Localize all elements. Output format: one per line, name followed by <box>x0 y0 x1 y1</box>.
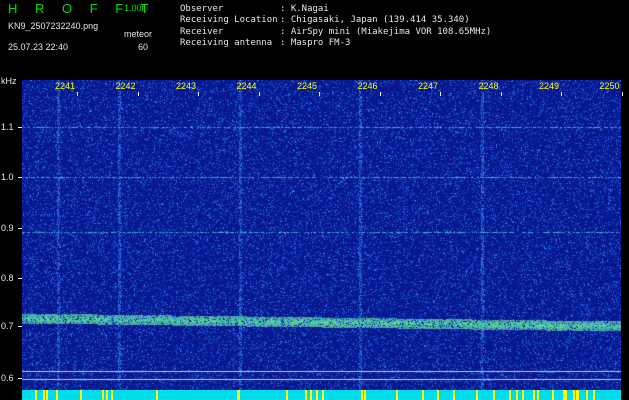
meta-label-observer: Observer <box>180 4 224 14</box>
x-tick-label: 2248 <box>478 81 499 91</box>
detection-marker <box>509 390 511 400</box>
x-tick-label: 2246 <box>357 81 378 91</box>
meta-value-antenna: : Maspro FM-3 <box>280 38 351 48</box>
detection-marker <box>56 390 58 400</box>
x-tick-mark <box>198 92 199 96</box>
detection-marker <box>516 390 518 400</box>
meta-value-location: : Chigasaki, Japan (139.414 35.340) <box>280 15 470 25</box>
y-tick-mark <box>18 378 22 379</box>
y-tick-mark <box>18 228 22 229</box>
timestamp-label: 25.07.23 22:40 <box>8 42 69 52</box>
detection-marker <box>46 390 48 400</box>
y-tick-label: 0.9 <box>1 223 14 233</box>
x-tick-mark <box>561 92 562 96</box>
detection-marker <box>106 390 108 400</box>
detection-marker <box>533 390 535 400</box>
detection-marker <box>552 390 554 400</box>
meteor-count: 60 <box>138 42 149 52</box>
x-tick-label: 2243 <box>176 81 197 91</box>
detection-marker <box>593 390 595 400</box>
meta-label-location: Receiving Location <box>180 15 278 25</box>
detection-marker <box>156 390 158 400</box>
detection-marker <box>422 390 424 400</box>
detection-marker <box>80 390 82 400</box>
version-label: 1.00f <box>124 3 145 13</box>
detection-marker <box>316 390 318 400</box>
x-tick-label: 2250 <box>599 81 620 91</box>
meteor-label: meteor <box>124 29 153 39</box>
x-tick-mark <box>258 92 260 96</box>
detection-marker <box>396 390 398 400</box>
detection-marker <box>310 390 312 400</box>
filename-label: KN9_2507232240.png <box>8 21 99 31</box>
x-tick-label: 2244 <box>236 81 257 91</box>
x-tick-mark <box>440 92 441 96</box>
y-tick-mark <box>18 278 22 279</box>
y-tick-mark <box>18 326 22 327</box>
detection-marker <box>565 390 567 400</box>
meta-label-antenna: Receiving antenna <box>180 38 273 48</box>
detection-marker <box>364 390 366 400</box>
y-axis-unit: kHz <box>1 76 17 86</box>
y-tick-label: 0.6 <box>1 373 14 383</box>
x-tick-mark <box>500 92 502 96</box>
x-tick-label: 2245 <box>297 81 318 91</box>
detection-marker <box>537 390 539 400</box>
detection-marker <box>437 390 439 400</box>
spectrogram-plot[interactable] <box>22 80 621 390</box>
detection-marker <box>111 390 113 400</box>
x-tick-label: 2241 <box>55 81 76 91</box>
detection-marker <box>573 390 575 400</box>
meta-value-observer: : K.Nagai <box>280 4 329 14</box>
x-tick-mark <box>379 92 381 96</box>
y-tick-label: 0.7 <box>1 321 14 331</box>
y-tick-label: 1.0 <box>1 172 14 182</box>
y-tick-mark <box>18 127 22 128</box>
y-tick-mark <box>18 177 22 178</box>
y-tick-label: 1.1 <box>1 122 14 132</box>
spectrogram-canvas <box>22 80 621 390</box>
detection-marker <box>305 390 307 400</box>
x-tick-mark <box>137 92 139 96</box>
detection-marker <box>453 390 455 400</box>
detection-marker <box>576 390 578 400</box>
detection-marker <box>476 390 478 400</box>
x-tick-label: 2247 <box>418 81 439 91</box>
detection-marker <box>286 390 288 400</box>
detection-marker <box>586 390 588 400</box>
detection-strip <box>22 390 621 400</box>
detection-marker <box>522 390 524 400</box>
detection-marker <box>361 390 363 400</box>
detection-marker <box>35 390 37 400</box>
detection-marker <box>493 390 495 400</box>
detection-marker <box>322 390 324 400</box>
detection-marker <box>43 390 45 400</box>
y-tick-label: 0.8 <box>1 273 14 283</box>
x-tick-mark <box>319 92 320 96</box>
detection-marker <box>238 390 240 400</box>
meta-value-receiver: : AirSpy mini (Miakejima VOR 108.65MHz) <box>280 27 492 37</box>
x-tick-mark <box>621 92 623 96</box>
x-tick-mark <box>77 92 78 96</box>
header-panel: H R O F F T 1.00f KN9_2507232240.png met… <box>0 0 629 78</box>
detection-marker <box>102 390 104 400</box>
x-tick-label: 2242 <box>115 81 136 91</box>
x-tick-label: 2249 <box>539 81 560 91</box>
meta-label-receiver: Receiver <box>180 27 224 37</box>
